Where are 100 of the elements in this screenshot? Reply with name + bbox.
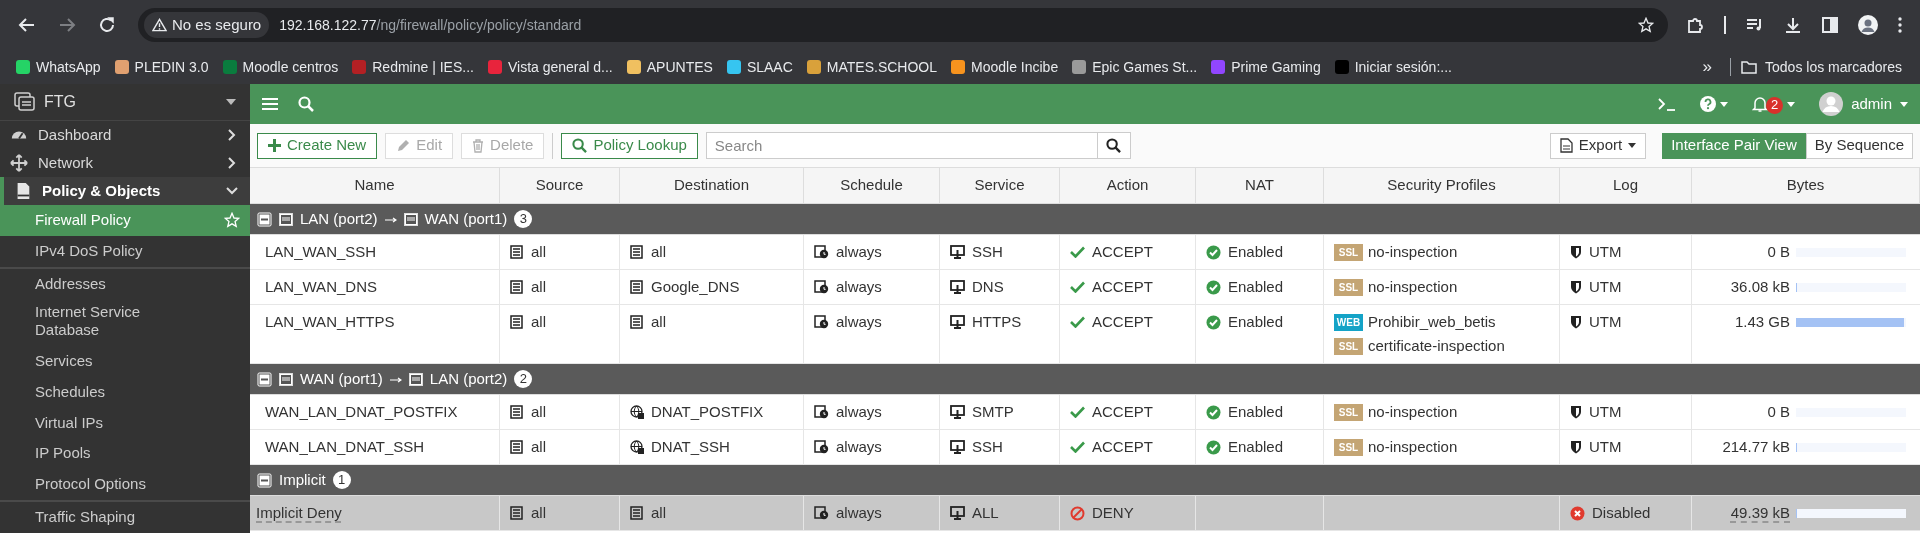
download-icon[interactable] <box>1784 16 1802 34</box>
collapse-icon[interactable] <box>257 472 272 488</box>
menu-icon[interactable] <box>262 97 278 111</box>
interface-icon <box>408 372 423 386</box>
search-icon[interactable] <box>298 96 314 112</box>
profile-type-tag: SSL <box>1334 403 1363 421</box>
policy-name: LAN_WAN_SSH <box>265 241 377 262</box>
kebab-menu-icon[interactable] <box>1898 17 1902 33</box>
nav-section[interactable]: Network <box>0 149 250 178</box>
byte-count: 0 B <box>1766 401 1790 422</box>
address-icon <box>630 506 644 520</box>
column-header[interactable]: Source <box>500 168 620 203</box>
policy-action: DENY <box>1092 502 1134 523</box>
bookmark[interactable]: Iniciar sesión:... <box>1330 53 1456 81</box>
collapse-icon[interactable] <box>257 371 272 387</box>
schedule-icon <box>814 506 829 520</box>
bookmark[interactable]: Moodle centros <box>218 53 343 81</box>
notification-count-badge: 2 <box>1766 96 1784 114</box>
folder-icon <box>1741 60 1758 74</box>
nav-item[interactable]: Traffic Shaping <box>0 502 250 533</box>
create-button[interactable]: Create New <box>257 132 378 159</box>
export-button[interactable]: Export <box>1549 132 1647 159</box>
search-icon <box>1106 138 1122 153</box>
search-input[interactable]: Search <box>706 133 1097 158</box>
favorite-star-icon[interactable] <box>224 212 240 229</box>
log-setting: UTM <box>1589 436 1622 457</box>
column-header[interactable]: Log <box>1560 168 1692 203</box>
bookmark[interactable]: Moodle Incibe <box>947 53 1063 81</box>
destination-address: all <box>651 241 666 262</box>
nav-item[interactable]: Firewall Policy <box>0 204 250 236</box>
side-panel-icon[interactable] <box>1822 17 1838 33</box>
nav-section[interactable]: Policy & Objects <box>0 177 250 205</box>
all-bookmarks-folder[interactable]: Todos los marcadores <box>1741 56 1908 78</box>
destination-address: all <box>651 502 666 523</box>
group-destination-interface: LAN (port2) <box>429 368 508 389</box>
interface-icon <box>279 212 293 226</box>
group-source-interface: WAN (port1) <box>300 368 383 389</box>
service-name: DNS <box>972 276 1004 297</box>
collapse-icon[interactable] <box>257 211 272 227</box>
notifications-menu[interactable]: 2 <box>1752 94 1796 114</box>
media-queue-icon[interactable] <box>1746 17 1764 33</box>
destination-address: Google_DNS <box>651 276 740 297</box>
nav-section[interactable]: Dashboard <box>0 121 250 150</box>
policy-name: WAN_LAN_DNAT_SSH <box>265 436 425 457</box>
nav-item[interactable]: Services <box>0 345 250 377</box>
forward-icon[interactable] <box>58 16 76 34</box>
policy-action: ACCEPT <box>1092 401 1153 422</box>
bookmark[interactable]: SLAAC <box>722 53 797 81</box>
security-chip[interactable]: No es seguro <box>144 12 270 38</box>
column-header[interactable]: Name <box>250 168 500 203</box>
check-icon <box>1070 246 1085 258</box>
bookmark[interactable]: Vista general d... <box>483 53 617 81</box>
column-header[interactable]: Bytes <box>1692 168 1920 203</box>
bookmark-star-icon[interactable] <box>1638 17 1654 33</box>
move-arrows-icon <box>10 154 28 173</box>
column-header[interactable]: Security Profiles <box>1324 168 1560 203</box>
column-header[interactable]: NAT <box>1196 168 1324 203</box>
view-toggle[interactable]: By Sequence <box>1805 132 1913 159</box>
bookmark[interactable]: PLEDIN 3.0 <box>110 53 213 81</box>
shield-icon <box>1570 440 1582 454</box>
policy-name: LAN_WAN_HTTPS <box>265 311 395 332</box>
view-toggle[interactable]: Interface Pair View <box>1662 132 1806 159</box>
more-bookmarks-button[interactable]: » <box>1694 54 1721 80</box>
nav-item[interactable]: IP Pools <box>0 438 250 470</box>
bookmark[interactable]: APUNTES <box>622 53 717 81</box>
user-menu[interactable]: admin <box>1819 92 1908 116</box>
column-header[interactable]: Destination <box>620 168 804 203</box>
bookmark[interactable]: Redmine | IES... <box>348 53 478 81</box>
address-bar[interactable]: No es seguro 192.168.122.77/ng/firewall/policy/policy/standard <box>138 8 1668 42</box>
column-header[interactable]: Action <box>1060 168 1196 203</box>
nat-status: Enabled <box>1228 311 1284 332</box>
reload-icon[interactable] <box>98 16 116 34</box>
bookmark[interactable]: Epic Games St... <box>1068 53 1202 81</box>
interface-icon <box>279 372 293 386</box>
caret-icon <box>1900 101 1908 107</box>
address-icon <box>510 280 524 294</box>
column-header[interactable]: Schedule <box>804 168 940 203</box>
prohibited-icon <box>1070 505 1085 521</box>
service-icon <box>950 280 965 294</box>
puzzle-icon[interactable] <box>1686 16 1704 34</box>
byte-count: 36.08 kB <box>1729 276 1790 297</box>
source-address: all <box>531 276 546 297</box>
bookmark[interactable]: MATES.SCHOOL <box>802 53 941 81</box>
lookup-button[interactable]: Policy Lookup <box>561 132 698 159</box>
cli-console-icon[interactable] <box>1658 97 1677 111</box>
column-header[interactable]: Service <box>940 168 1060 203</box>
avatar-icon[interactable] <box>1858 15 1878 35</box>
search-field[interactable]: Search <box>705 132 1131 159</box>
nav-item[interactable]: Addresses <box>0 268 250 300</box>
back-icon[interactable] <box>18 16 36 34</box>
bookmark[interactable]: Prime Gaming <box>1207 53 1325 81</box>
byte-count: 0 B <box>1766 241 1790 262</box>
bookmark[interactable]: WhatsApp <box>12 53 105 81</box>
service-name: SMTP <box>972 401 1014 422</box>
help-menu[interactable] <box>1700 96 1729 112</box>
nav-item[interactable]: Internet Service Database <box>0 299 250 346</box>
error-circle-icon <box>1570 505 1585 521</box>
nav-item[interactable]: Schedules <box>0 376 250 408</box>
nav-item[interactable]: Virtual IPs <box>0 407 250 439</box>
caret-icon <box>1787 101 1796 107</box>
